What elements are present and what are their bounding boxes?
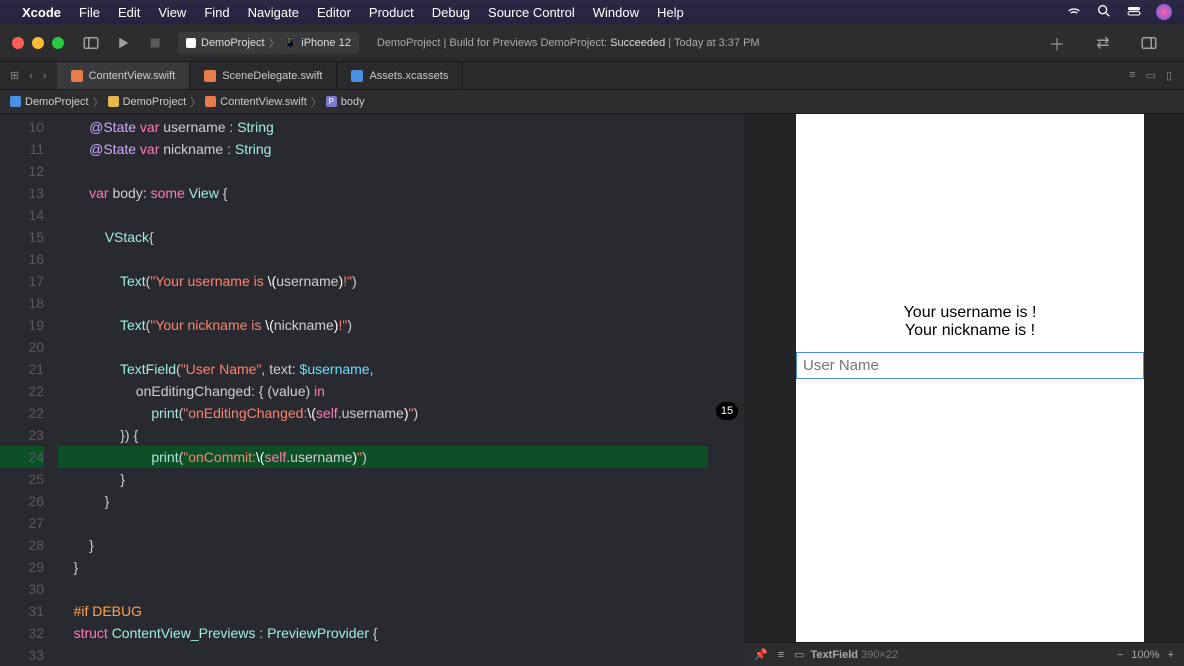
- window-controls: [12, 37, 64, 49]
- minimize-button[interactable]: [32, 37, 44, 49]
- pin-icon[interactable]: 📌: [754, 648, 768, 661]
- crumb[interactable]: ContentView.swift: [220, 96, 307, 108]
- crumb[interactable]: body: [341, 96, 365, 108]
- scheme-selector[interactable]: DemoProject 〉 📱 iPhone 12: [178, 32, 359, 54]
- tab-scenedelegate[interactable]: SceneDelegate.swift: [190, 62, 337, 89]
- maximize-button[interactable]: [52, 37, 64, 49]
- adjust-editor-icon[interactable]: ▭: [1146, 69, 1156, 82]
- preview-text-1: Your username is !: [796, 304, 1144, 322]
- help-menu[interactable]: Help: [657, 5, 684, 20]
- scheme-device: iPhone 12: [301, 37, 351, 49]
- editor-tabbar: ⊞ ‹ › ContentView.swift SceneDelegate.sw…: [0, 62, 1184, 90]
- related-items-icon[interactable]: ⊞: [10, 69, 19, 82]
- tab-assets[interactable]: Assets.xcassets: [337, 62, 463, 89]
- source-control-menu[interactable]: Source Control: [488, 5, 575, 20]
- product-menu[interactable]: Product: [369, 5, 414, 20]
- preview-status-bar: 📌 ≡ ▭ TextField 390×22 − 100% +: [744, 642, 1184, 666]
- code-review-icon[interactable]: ⇄: [1094, 34, 1112, 52]
- wifi-icon[interactable]: [1066, 3, 1082, 22]
- editor-options-icon[interactable]: ≡: [1129, 69, 1135, 82]
- editor-menu[interactable]: Editor: [317, 5, 351, 20]
- navigate-menu[interactable]: Navigate: [248, 5, 299, 20]
- xcode-toolbar: DemoProject 〉 📱 iPhone 12 DemoProject | …: [0, 24, 1184, 62]
- forward-button[interactable]: ›: [43, 70, 47, 82]
- tab-label: SceneDelegate.swift: [222, 70, 322, 82]
- zoom-level[interactable]: 100%: [1131, 649, 1159, 661]
- macos-menubar: Xcode File Edit View Find Navigate Edito…: [0, 0, 1184, 24]
- find-menu[interactable]: Find: [204, 5, 229, 20]
- selected-element: TextField 390×22: [811, 649, 899, 661]
- execution-count-badge: 15: [716, 402, 738, 420]
- inspector-toggle-icon[interactable]: [1140, 34, 1158, 52]
- siri-icon[interactable]: [1156, 4, 1172, 20]
- preview-mode-icon[interactable]: ≡: [778, 649, 784, 661]
- window-menu[interactable]: Window: [593, 5, 639, 20]
- zoom-in-icon[interactable]: +: [1168, 649, 1174, 661]
- control-center-icon[interactable]: [1126, 3, 1142, 22]
- crumb[interactable]: DemoProject: [123, 96, 187, 108]
- preview-textfield[interactable]: [796, 352, 1144, 379]
- tab-label: Assets.xcassets: [369, 70, 448, 82]
- zoom-out-icon[interactable]: −: [1117, 649, 1123, 661]
- jump-bar[interactable]: DemoProject 〉 DemoProject 〉 ContentView.…: [0, 90, 1184, 114]
- add-button[interactable]: ＋: [1048, 34, 1066, 52]
- preview-panel: Your username is ! Your nickname is ! 📌 …: [744, 114, 1184, 666]
- file-menu[interactable]: File: [79, 5, 100, 20]
- build-status: DemoProject | Build for Previews DemoPro…: [377, 37, 760, 49]
- view-menu[interactable]: View: [158, 5, 186, 20]
- spotlight-icon[interactable]: [1096, 3, 1112, 22]
- scheme-project: DemoProject: [201, 37, 265, 49]
- code-area[interactable]: @State var username : String @State var …: [58, 114, 744, 666]
- back-button[interactable]: ‹: [29, 70, 33, 82]
- line-gutter: 1011121314151617181920212222232425262728…: [0, 114, 58, 666]
- preview-text-2: Your nickname is !: [796, 322, 1144, 340]
- tab-label: ContentView.swift: [89, 70, 176, 82]
- app-menu[interactable]: Xcode: [22, 5, 61, 20]
- edit-menu[interactable]: Edit: [118, 5, 140, 20]
- crumb[interactable]: DemoProject: [25, 96, 89, 108]
- tab-contentview[interactable]: ContentView.swift: [57, 62, 191, 89]
- sidebar-toggle-icon[interactable]: [82, 34, 100, 52]
- preview-canvas[interactable]: Your username is ! Your nickname is !: [796, 114, 1144, 642]
- close-button[interactable]: [12, 37, 24, 49]
- debug-menu[interactable]: Debug: [432, 5, 470, 20]
- run-button[interactable]: [114, 34, 132, 52]
- stop-button[interactable]: [146, 34, 164, 52]
- device-icon[interactable]: ▭: [794, 648, 804, 661]
- split-editor-icon[interactable]: ▯: [1166, 69, 1172, 82]
- code-editor[interactable]: 1011121314151617181920212222232425262728…: [0, 114, 744, 666]
